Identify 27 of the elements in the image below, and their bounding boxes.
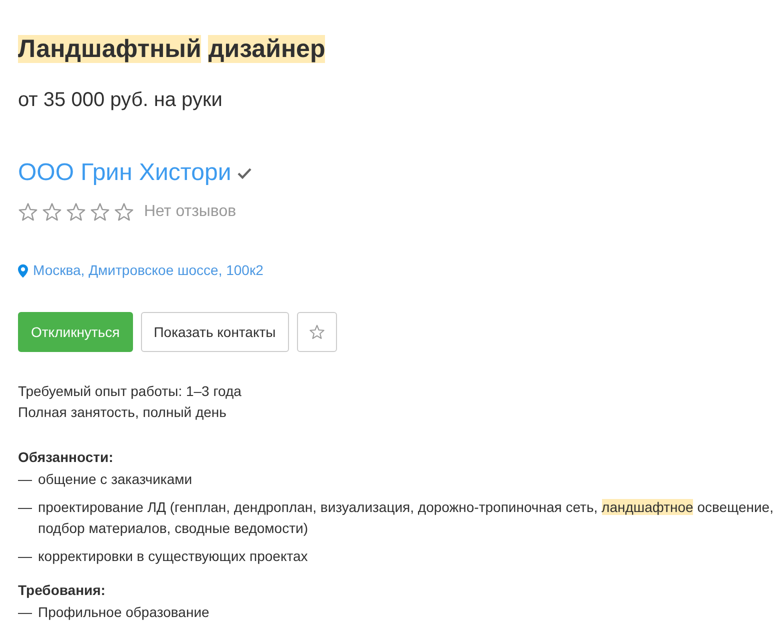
dash-marker: — bbox=[18, 603, 33, 622]
star-icon bbox=[308, 324, 325, 340]
list-item-text: проектирование ЛД (генплан, дендроплан, визуализация, дорожно-тропиночная сеть, ландшафтное освещение, подбор материалов, сводные ведомости) bbox=[38, 498, 774, 538]
respond-button[interactable]: Откликнуться bbox=[18, 312, 133, 352]
section-heading: Требования: bbox=[18, 581, 106, 600]
dash-marker: — bbox=[18, 547, 33, 566]
reviews-text: Нет отзывов bbox=[144, 202, 236, 222]
company-link[interactable]: ООО Грин Хистори bbox=[18, 159, 232, 187]
star-icon bbox=[66, 202, 86, 222]
section-heading: Обязанности: bbox=[18, 448, 114, 467]
list-item-text: Профильное образование bbox=[38, 603, 210, 622]
dash-marker: — bbox=[18, 470, 33, 489]
job-title: Ландшафтный дизайнер bbox=[18, 34, 326, 65]
dash-marker: — bbox=[18, 498, 33, 517]
detail-text: Полная занятость, полный день bbox=[18, 403, 228, 422]
location-pin-icon bbox=[18, 264, 28, 278]
star-icon bbox=[114, 202, 134, 222]
detail-text: Требуемый опыт работы: 1–3 года bbox=[18, 382, 242, 401]
salary-text: от 35 000 руб. на руки bbox=[18, 88, 222, 112]
address-link[interactable]: Москва, Дмитровское шоссе, 100к2 bbox=[33, 260, 264, 281]
star-icon bbox=[90, 202, 110, 222]
list-item-text: корректировки в существующих проектах bbox=[38, 547, 308, 566]
star-icon bbox=[42, 202, 62, 222]
star-icon bbox=[18, 202, 38, 222]
show-contacts-button[interactable]: Показать контакты bbox=[140, 312, 289, 352]
favorite-button[interactable] bbox=[296, 312, 337, 352]
list-item-text: общение с заказчиками bbox=[38, 470, 192, 489]
